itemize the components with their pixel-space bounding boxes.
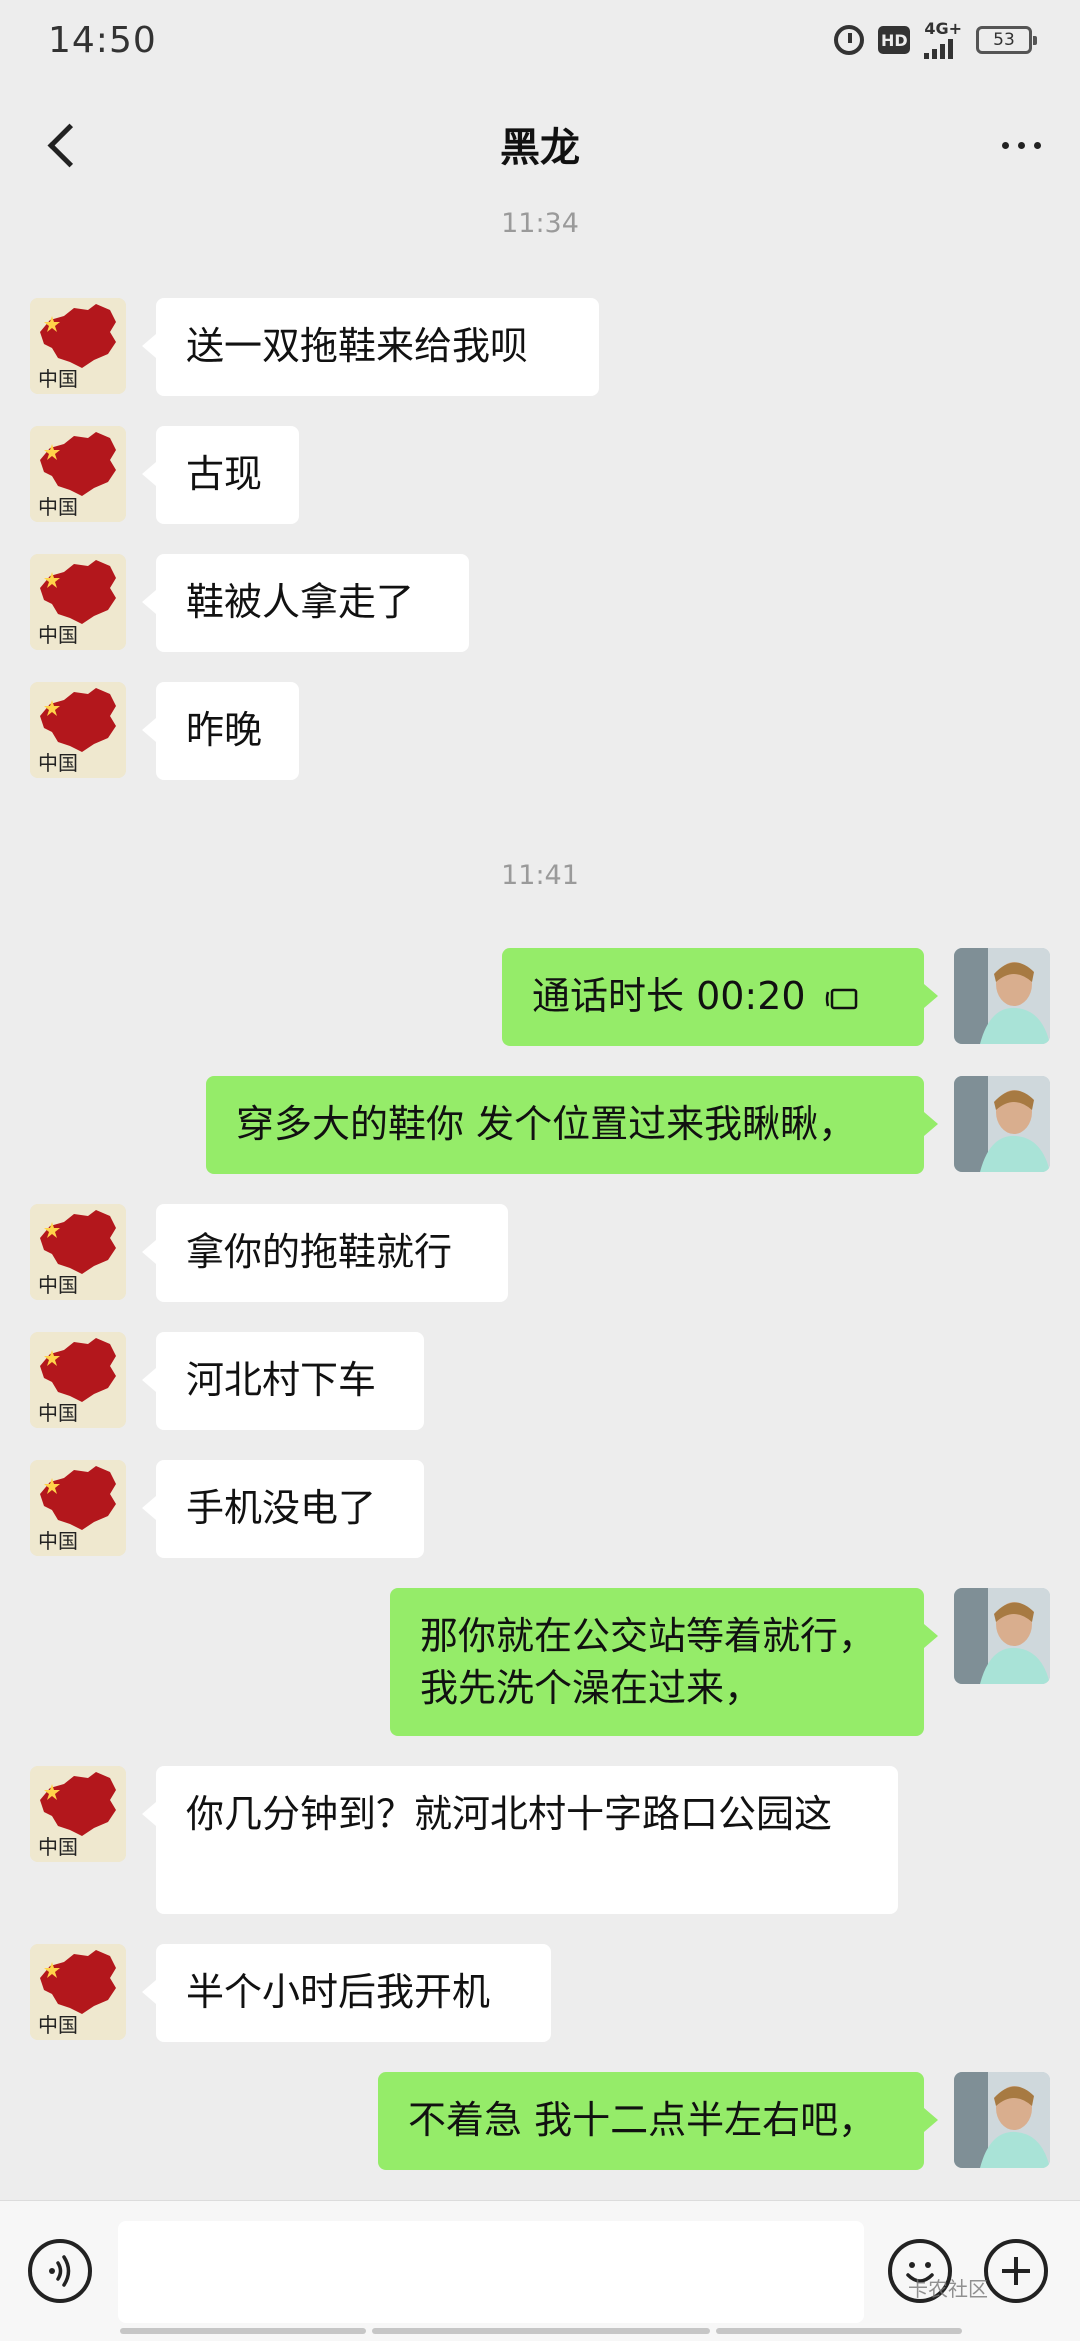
- message-bubble[interactable]: 河北村下车: [142, 1332, 424, 1430]
- message-text: 不着急 我十二点半左右吧，: [408, 2098, 877, 2142]
- message-bubble[interactable]: 拿你的拖鞋就行: [142, 1204, 508, 1302]
- message-text: 送一双拖鞋来给我呗: [186, 324, 529, 368]
- chat-title: 黑龙: [500, 125, 580, 171]
- my-avatar[interactable]: [954, 2072, 1050, 2168]
- message-text: 你几分钟到？就河北村十字路口公园这: [186, 1792, 833, 1836]
- network-type: 4G+: [924, 19, 962, 38]
- china-map-avatar-icon: 中国: [30, 1944, 126, 2040]
- chat-header: 黑龙: [0, 80, 1080, 208]
- message-bubble[interactable]: 送一双拖鞋来给我呗: [142, 298, 599, 396]
- status-bar: 14:50 HD 4G+ 53: [0, 0, 1080, 80]
- my-avatar[interactable]: [954, 948, 1050, 1044]
- svg-text:中国: 中国: [38, 751, 78, 775]
- home-indicator-mid: [372, 2328, 710, 2334]
- voice-icon: [49, 2255, 71, 2287]
- home-indicator-left: [120, 2328, 366, 2334]
- plus-button[interactable]: [984, 2239, 1048, 2303]
- message-text: 昨晚: [186, 708, 263, 752]
- chat-timestamp: 11:41: [501, 860, 579, 891]
- message-bubble[interactable]: 你几分钟到？就河北村十字路口公园这: [142, 1766, 898, 1914]
- china-map-avatar-icon: 中国: [30, 554, 126, 650]
- china-map-avatar-icon: 中国: [30, 1332, 126, 1428]
- profile-photo-avatar-icon: [954, 2072, 1050, 2168]
- contact-avatar[interactable]: 中国: [30, 426, 126, 522]
- contact-avatar[interactable]: 中国: [30, 298, 126, 394]
- china-map-avatar-icon: 中国: [30, 1204, 126, 1300]
- svg-text:中国: 中国: [38, 1529, 78, 1553]
- message-bubble[interactable]: 那你就在公交站等着就行，我先洗个澡在过来，: [390, 1588, 938, 1736]
- message-bubble[interactable]: 通话时长 00:20: [502, 948, 938, 1046]
- back-button[interactable]: [34, 116, 94, 176]
- contact-avatar[interactable]: 中国: [30, 1944, 126, 2040]
- message-text: 河北村下车: [186, 1358, 377, 1402]
- hd-icon: HD: [878, 26, 911, 54]
- contact-avatar[interactable]: 中国: [30, 1332, 126, 1428]
- message-text: 鞋被人拿走了: [186, 580, 415, 624]
- signal-icon: [924, 37, 954, 59]
- message-text: 那你就在公交站等着就行，我先洗个澡在过来，: [420, 1614, 877, 1710]
- contact-avatar[interactable]: 中国: [30, 554, 126, 650]
- china-map-avatar-icon: 中国: [30, 682, 126, 778]
- battery-level: 53: [993, 30, 1015, 50]
- alarm-icon: [834, 25, 865, 55]
- contact-avatar[interactable]: 中国: [30, 1204, 126, 1300]
- message-bubble[interactable]: 昨晚: [142, 682, 299, 780]
- message-bubble[interactable]: 古现: [142, 426, 299, 524]
- svg-text:中国: 中国: [38, 495, 78, 519]
- message-text: 拿你的拖鞋就行: [186, 1230, 453, 1274]
- voice-call-icon: [825, 988, 857, 1009]
- message-bubble[interactable]: 鞋被人拿走了: [142, 554, 469, 652]
- message-text: 穿多大的鞋你 发个位置过来我瞅瞅，: [236, 1102, 857, 1146]
- svg-text:中国: 中国: [38, 623, 78, 647]
- watermark-text: 卡农社区: [908, 2277, 988, 2301]
- china-map-avatar-icon: 中国: [30, 1460, 126, 1556]
- my-avatar[interactable]: [954, 1076, 1050, 1172]
- my-avatar[interactable]: [954, 1588, 1050, 1684]
- status-icons: HD 4G+ 53: [834, 21, 1037, 59]
- message-text: 古现: [186, 452, 263, 496]
- svg-text:中国: 中国: [38, 1835, 78, 1859]
- contact-avatar[interactable]: 中国: [30, 1460, 126, 1556]
- signal-group: 4G+: [924, 21, 962, 59]
- profile-photo-avatar-icon: [954, 1076, 1050, 1172]
- profile-photo-avatar-icon: [954, 948, 1050, 1044]
- message-text: 通话时长 00:20: [532, 974, 806, 1018]
- message-input[interactable]: [118, 2221, 864, 2323]
- battery-icon: 53: [976, 26, 1037, 54]
- china-map-avatar-icon: 中国: [30, 426, 126, 522]
- message-text: 手机没电了: [186, 1486, 377, 1530]
- home-indicator-right: [716, 2328, 962, 2334]
- chat-timestamp: 11:34: [501, 208, 579, 239]
- input-bar: 卡农社区: [0, 2200, 1080, 2341]
- status-time: 14:50: [48, 19, 157, 61]
- message-text: 半个小时后我开机: [186, 1970, 491, 2014]
- voice-input-button[interactable]: [28, 2239, 92, 2303]
- svg-text:中国: 中国: [38, 1401, 78, 1425]
- profile-photo-avatar-icon: [954, 1588, 1050, 1684]
- contact-avatar[interactable]: 中国: [30, 1766, 126, 1862]
- svg-text:中国: 中国: [38, 1273, 78, 1297]
- contact-avatar[interactable]: 中国: [30, 682, 126, 778]
- message-bubble[interactable]: 半个小时后我开机: [142, 1944, 551, 2042]
- message-bubble[interactable]: 穿多大的鞋你 发个位置过来我瞅瞅，: [206, 1076, 938, 1174]
- more-options-button[interactable]: [986, 120, 1056, 170]
- message-bubble[interactable]: 手机没电了: [142, 1460, 424, 1558]
- svg-text:中国: 中国: [38, 367, 78, 391]
- message-bubble[interactable]: 不着急 我十二点半左右吧，: [378, 2072, 938, 2170]
- china-map-avatar-icon: 中国: [30, 1766, 126, 1862]
- china-map-avatar-icon: 中国: [30, 298, 126, 394]
- svg-text:中国: 中国: [38, 2013, 78, 2037]
